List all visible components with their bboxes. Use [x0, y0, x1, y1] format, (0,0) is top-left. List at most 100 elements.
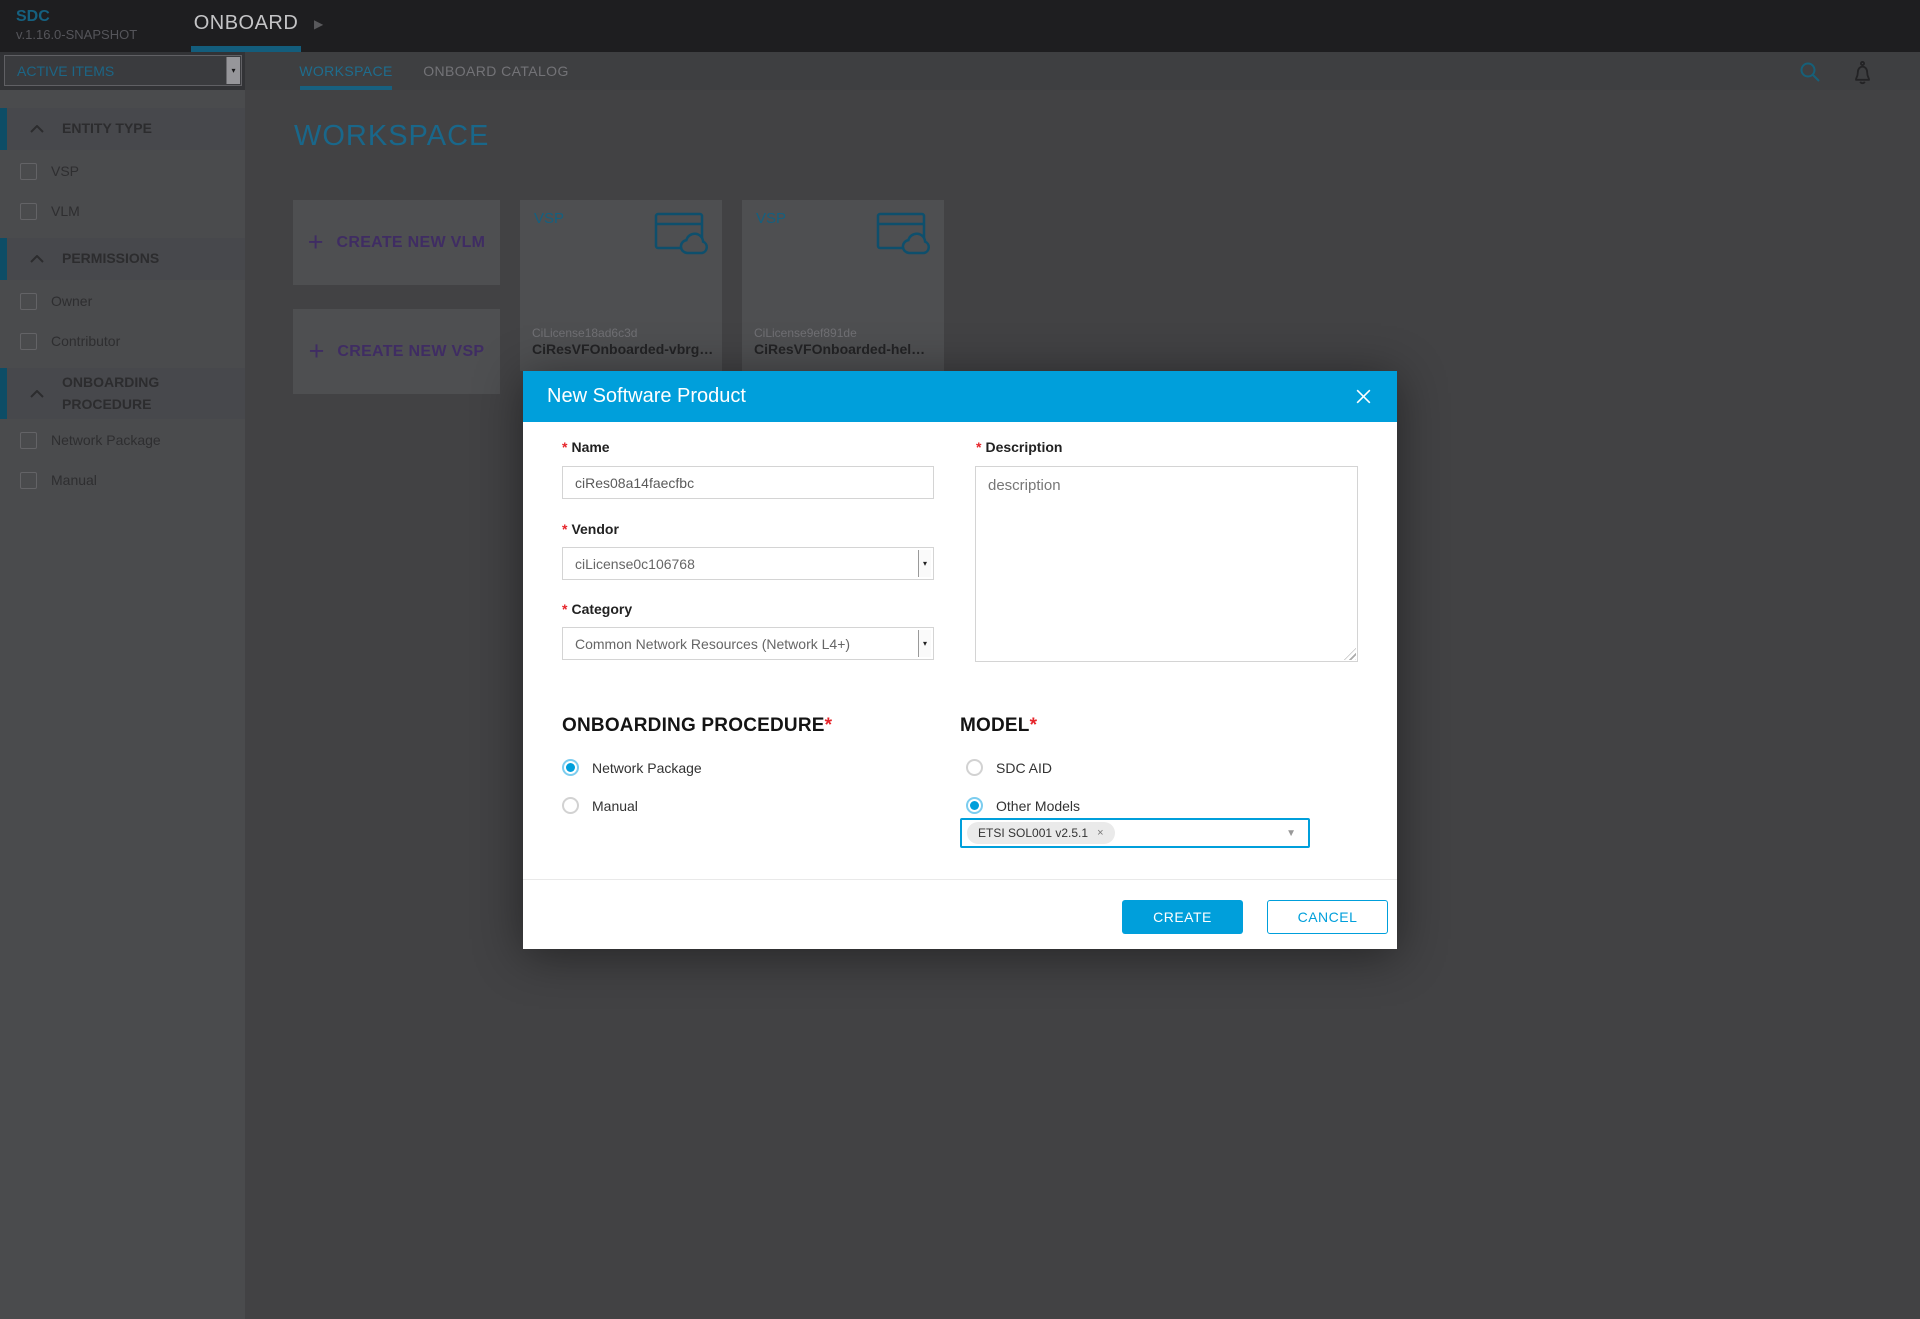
- filter-item-label: VLM: [51, 203, 80, 219]
- tab-workspace[interactable]: WORKSPACE: [300, 52, 392, 90]
- vendor-select[interactable]: ciLicense0c106768 ▾: [562, 547, 934, 580]
- notifications-button[interactable]: [1848, 58, 1876, 86]
- filter-item-label: Manual: [51, 472, 97, 488]
- select-caret-icon[interactable]: ▾: [918, 630, 931, 657]
- radio-label: Other Models: [996, 798, 1080, 814]
- create-new-vlm-label: CREATE NEW VLM: [336, 234, 485, 252]
- dropdown-caret-icon[interactable]: ▼: [1286, 828, 1296, 839]
- filter-item-network-package: Network Package: [0, 421, 245, 459]
- name-label: *Name: [562, 439, 610, 455]
- active-items-value: ACTIVE ITEMS: [17, 63, 114, 79]
- filter-section-permissions[interactable]: PERMISSIONS: [0, 238, 245, 280]
- filter-item-vlm: VLM: [0, 192, 245, 230]
- checkbox-contributor[interactable]: [20, 333, 37, 350]
- model-tag: ETSI SOL001 v2.5.1 ×: [967, 822, 1115, 844]
- bell-icon: [1849, 59, 1876, 86]
- radio-network-package[interactable]: [562, 759, 579, 776]
- filter-item-label: VSP: [51, 163, 79, 179]
- filter-section-title: ENTITY TYPE: [62, 118, 194, 140]
- plus-icon: +: [309, 338, 325, 365]
- app-logo: SDC v.1.16.0-SNAPSHOT: [16, 7, 137, 43]
- footer-divider: [523, 879, 1397, 880]
- filter-item-owner: Owner: [0, 282, 245, 320]
- software-product-icon: [654, 212, 710, 256]
- checkbox-vlm[interactable]: [20, 203, 37, 220]
- filter-item-label: Owner: [51, 293, 92, 309]
- tab-onboard-catalog[interactable]: ONBOARD CATALOG: [420, 52, 572, 90]
- filter-item-manual: Manual: [0, 461, 245, 499]
- other-models-multiselect[interactable]: ETSI SOL001 v2.5.1 × ▼: [960, 818, 1310, 848]
- checkbox-manual[interactable]: [20, 472, 37, 489]
- name-input[interactable]: [562, 466, 934, 499]
- vsp-card[interactable]: VSP CiLicense18ad6c3d CiResVFOnboarded-v…: [520, 200, 722, 371]
- radio-other-models[interactable]: [966, 797, 983, 814]
- required-asterisk: *: [976, 439, 981, 455]
- radio-manual[interactable]: [562, 797, 579, 814]
- filter-sidebar: ENTITY TYPE VSP VLM PERMISSIONS Owner Co…: [0, 90, 245, 1319]
- modal-title: New Software Product: [547, 385, 746, 408]
- page-title: WORKSPACE: [294, 120, 489, 153]
- create-new-vsp-label: CREATE NEW VSP: [337, 343, 484, 361]
- remove-tag-icon[interactable]: ×: [1097, 827, 1103, 839]
- category-select-value: Common Network Resources (Network L4+): [575, 636, 850, 652]
- required-asterisk: *: [825, 715, 833, 736]
- checkbox-network-package[interactable]: [20, 432, 37, 449]
- filter-section-onboarding-procedure[interactable]: ONBOARDING PROCEDURE: [0, 368, 245, 419]
- onboard-arrow-icon[interactable]: ▶: [314, 17, 323, 31]
- filter-section-title: ONBOARDING PROCEDURE: [62, 372, 194, 415]
- card-name: CiResVFOnboarded-hel…: [754, 341, 936, 357]
- modal-header: New Software Product: [523, 371, 1397, 422]
- vendor-label: *Vendor: [562, 521, 619, 537]
- filter-section-title: PERMISSIONS: [62, 248, 194, 270]
- radio-row-manual: Manual: [562, 797, 638, 814]
- create-button[interactable]: CREATE: [1122, 900, 1243, 934]
- new-software-product-modal: New Software Product *Name *Vendor ciLic…: [523, 371, 1397, 949]
- card-type-badge: VSP: [534, 210, 564, 227]
- select-caret-icon[interactable]: ▾: [918, 550, 931, 577]
- required-asterisk: *: [562, 439, 567, 455]
- radio-label: Network Package: [592, 760, 702, 776]
- vsp-card[interactable]: VSP CiLicense9ef891de CiResVFOnboarded-h…: [742, 200, 944, 371]
- radio-row-network-package: Network Package: [562, 759, 702, 776]
- cancel-button[interactable]: CANCEL: [1267, 900, 1388, 934]
- filter-item-label: Network Package: [51, 432, 161, 448]
- card-vendor: CiLicense9ef891de: [754, 326, 857, 340]
- radio-label: Manual: [592, 798, 638, 814]
- model-heading: MODEL*: [960, 715, 1037, 737]
- radio-row-other-models: Other Models: [966, 797, 1080, 814]
- description-label: *Description: [976, 439, 1062, 455]
- search-button[interactable]: [1796, 58, 1824, 86]
- close-button[interactable]: [1354, 387, 1373, 406]
- create-new-vlm-button[interactable]: + CREATE NEW VLM: [293, 200, 500, 285]
- checkbox-owner[interactable]: [20, 293, 37, 310]
- search-icon: [1798, 60, 1822, 84]
- filter-item-label: Contributor: [51, 333, 120, 349]
- top-bar: SDC v.1.16.0-SNAPSHOT ONBOARD ▶: [0, 0, 1920, 52]
- app-version: v.1.16.0-SNAPSHOT: [16, 27, 137, 43]
- top-tab-onboard[interactable]: ONBOARD: [192, 0, 300, 46]
- active-items-select[interactable]: ACTIVE ITEMS ▾: [4, 55, 242, 86]
- required-asterisk: *: [1030, 715, 1038, 736]
- radio-sdc-aid[interactable]: [966, 759, 983, 776]
- card-type-badge: VSP: [756, 210, 786, 227]
- card-vendor: CiLicense18ad6c3d: [532, 326, 637, 340]
- plus-icon: +: [308, 229, 324, 256]
- required-asterisk: *: [562, 601, 567, 617]
- chevron-up-icon: [30, 390, 44, 398]
- create-new-vsp-button[interactable]: + CREATE NEW VSP: [293, 309, 500, 394]
- catalog-toolbar: ACTIVE ITEMS ▾ WORKSPACE ONBOARD CATALOG: [0, 52, 1920, 90]
- app-logo-text: SDC: [16, 7, 137, 27]
- category-select[interactable]: Common Network Resources (Network L4+) ▾: [562, 627, 934, 660]
- onboarding-procedure-heading: ONBOARDING PROCEDURE*: [562, 715, 832, 737]
- chevron-up-icon: [30, 125, 44, 133]
- radio-label: SDC AID: [996, 760, 1052, 776]
- checkbox-vsp[interactable]: [20, 163, 37, 180]
- vendor-select-value: ciLicense0c106768: [575, 556, 695, 572]
- filter-section-entity-type[interactable]: ENTITY TYPE: [0, 108, 245, 150]
- software-product-icon: [876, 212, 932, 256]
- close-icon: [1354, 387, 1373, 406]
- select-caret-icon[interactable]: ▾: [226, 57, 240, 84]
- description-textarea[interactable]: description: [975, 466, 1358, 662]
- required-asterisk: *: [562, 521, 567, 537]
- radio-row-sdc-aid: SDC AID: [966, 759, 1052, 776]
